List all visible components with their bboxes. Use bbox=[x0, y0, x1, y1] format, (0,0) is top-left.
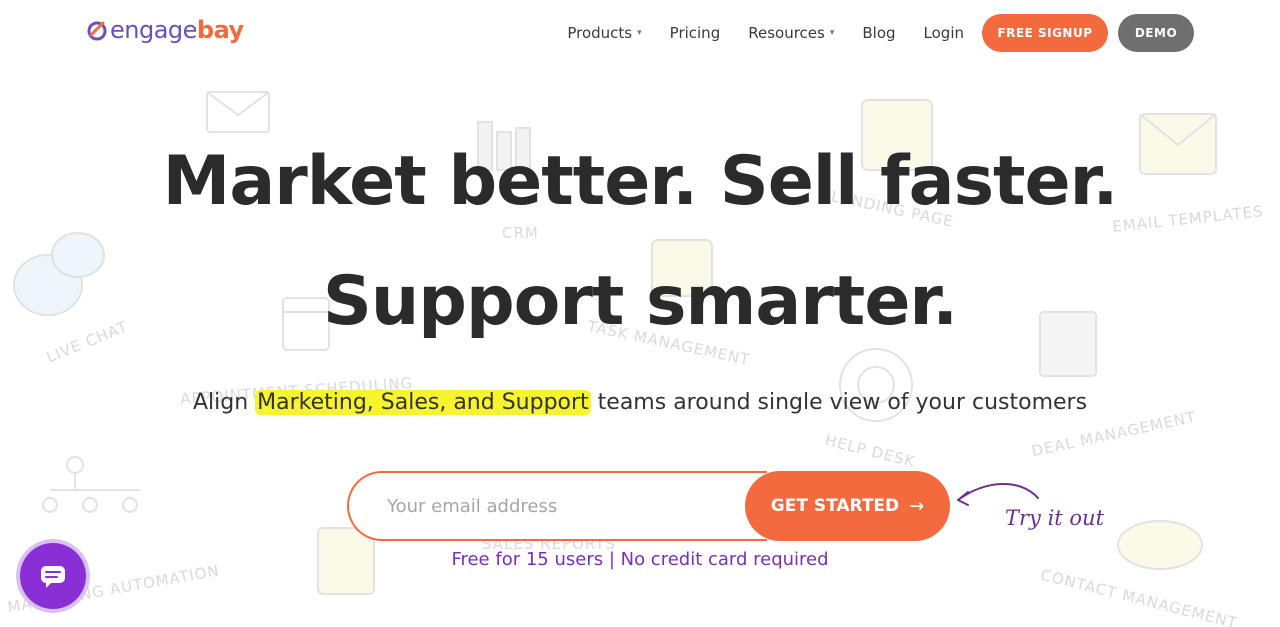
get-started-label: GET STARTED bbox=[770, 496, 900, 516]
hero-headline-line-1: Market better. Sell faster. bbox=[162, 142, 1119, 221]
nav-blog[interactable]: Blog bbox=[862, 24, 895, 42]
bg-label-contact-management: CONTACT MANAGEMENT bbox=[1038, 565, 1240, 627]
logo-mark-icon bbox=[87, 21, 107, 41]
nav-login[interactable]: Login bbox=[924, 24, 964, 42]
chevron-down-icon: ▾ bbox=[637, 28, 642, 38]
nav-pricing[interactable]: Pricing bbox=[670, 24, 721, 42]
subtitle-prefix: Align bbox=[192, 390, 256, 415]
free-plan-note: Free for 15 users | No credit card requi… bbox=[451, 549, 829, 570]
envelope-icon bbox=[206, 91, 270, 133]
arrow-right-icon: → bbox=[909, 495, 925, 517]
org-chart-icon bbox=[42, 456, 140, 513]
nav-resources-label: Resources bbox=[748, 24, 825, 42]
bg-label-deal-management: DEAL MANAGEMENT bbox=[1029, 407, 1198, 461]
logo-text: engagebay bbox=[110, 16, 244, 44]
engagebay-logo[interactable]: engagebay bbox=[86, 16, 244, 44]
hero-headline-line-2: Support smarter. bbox=[322, 262, 958, 341]
email-input[interactable] bbox=[347, 471, 767, 541]
chevron-down-icon: ▾ bbox=[829, 28, 835, 38]
logo-text-engage: engage bbox=[110, 16, 197, 44]
try-it-out-label: Try it out bbox=[1005, 506, 1105, 530]
main-nav: Products ▾ Pricing Resources ▾ Blog Logi… bbox=[567, 14, 1194, 52]
free-signup-button[interactable]: FREE SIGNUP bbox=[982, 14, 1108, 52]
bg-label-crm: CRM bbox=[502, 224, 539, 242]
nav-products[interactable]: Products ▾ bbox=[567, 24, 641, 42]
hero-subtitle: Align Marketing, Sales, and Support team… bbox=[0, 390, 1280, 415]
demo-button[interactable]: DEMO bbox=[1118, 14, 1194, 52]
nav-products-label: Products bbox=[567, 24, 633, 42]
site-header: engagebay Products ▾ Pricing Resources ▾… bbox=[0, 0, 1280, 64]
subtitle-highlight: Marketing, Sales, and Support bbox=[255, 390, 591, 415]
logo-text-bay: bay bbox=[196, 16, 244, 44]
chat-icon bbox=[41, 566, 65, 588]
email-signup-form: GET STARTED → bbox=[347, 471, 950, 541]
chat-widget-button[interactable] bbox=[20, 543, 86, 609]
nav-resources[interactable]: Resources ▾ bbox=[748, 24, 834, 42]
bg-label-help-desk: HELP DESK bbox=[823, 431, 918, 471]
get-started-button[interactable]: GET STARTED → bbox=[745, 471, 950, 541]
subtitle-suffix: teams around single view of your custome… bbox=[590, 390, 1088, 415]
